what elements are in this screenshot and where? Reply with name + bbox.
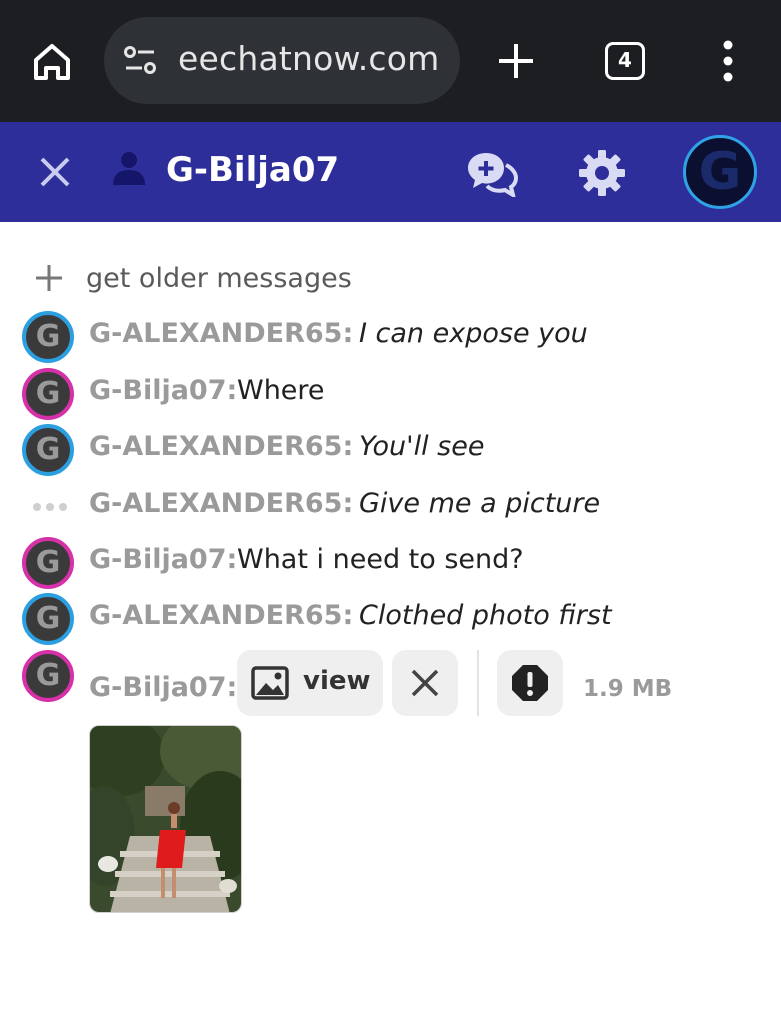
report-button[interactable] xyxy=(497,650,563,716)
chat-message: G G-Bilja07: Where xyxy=(22,368,762,420)
avatar[interactable]: G xyxy=(22,424,74,476)
chat-message: G G-Bilja07: What i need to send? xyxy=(22,537,762,589)
image-icon xyxy=(251,666,289,700)
message-text: I can expose you xyxy=(359,318,588,349)
message-text: Clothed photo first xyxy=(359,600,612,631)
close-icon xyxy=(411,669,439,697)
view-image-button[interactable]: view xyxy=(237,650,383,716)
get-older-messages-label: get older messages xyxy=(86,262,352,294)
dismiss-attachment-button[interactable] xyxy=(392,650,458,716)
chat-message: G-ALEXANDER65: Give me a picture xyxy=(22,481,762,533)
message-text: You'll see xyxy=(359,431,485,462)
alert-octagon-icon xyxy=(512,665,548,701)
message-author[interactable]: G-ALEXANDER65: xyxy=(89,431,353,462)
avatar[interactable]: G xyxy=(22,650,74,702)
new-chat-icon[interactable] xyxy=(466,149,518,197)
plus-icon xyxy=(36,265,62,291)
chat-title: G-Bilja07 xyxy=(166,150,340,190)
url-text: eechatnow.com xyxy=(178,39,440,78)
address-bar[interactable]: eechatnow.com xyxy=(104,17,460,104)
chat-message: G G-ALEXANDER65: You'll see xyxy=(22,424,762,476)
home-icon[interactable] xyxy=(28,38,76,86)
chat-message: G G-ALEXANDER65: I can expose you xyxy=(22,311,762,363)
message-author[interactable]: G-Bilja07: xyxy=(89,375,237,406)
message-author[interactable]: G-Bilja07: xyxy=(89,544,237,575)
message-author[interactable]: G-ALEXANDER65: xyxy=(89,318,353,349)
message-text: Where xyxy=(237,375,325,406)
divider xyxy=(477,650,479,716)
image-thumbnail[interactable] xyxy=(89,725,242,913)
profile-avatar[interactable]: G xyxy=(683,135,757,209)
more-menu-icon[interactable] xyxy=(718,40,738,82)
message-author[interactable]: G-Bilja07: xyxy=(89,672,237,703)
more-dots-icon xyxy=(33,503,67,511)
close-icon[interactable] xyxy=(38,155,72,189)
message-author[interactable]: G-ALEXANDER65: xyxy=(89,600,353,631)
chat-message: G G-ALEXANDER65: Clothed photo first xyxy=(22,593,762,645)
photo-graphic xyxy=(90,726,241,912)
message-author[interactable]: G-ALEXANDER65: xyxy=(89,488,353,519)
site-settings-icon[interactable] xyxy=(122,43,158,77)
avatar[interactable]: G xyxy=(22,311,74,363)
avatar-letter: G xyxy=(698,142,742,202)
avatar[interactable]: G xyxy=(22,593,74,645)
get-older-messages-button[interactable]: get older messages xyxy=(34,258,352,298)
file-size: 1.9 MB xyxy=(583,676,673,702)
user-icon xyxy=(113,152,145,185)
message-text: Give me a picture xyxy=(359,488,601,519)
view-label: view xyxy=(303,666,371,696)
tab-switcher-button[interactable]: 4 xyxy=(605,42,645,80)
browser-toolbar: eechatnow.com 4 xyxy=(0,0,781,122)
gear-icon[interactable] xyxy=(578,149,626,197)
avatar[interactable]: G xyxy=(22,368,74,420)
new-tab-icon[interactable] xyxy=(496,41,536,81)
message-text: What i need to send? xyxy=(237,544,524,575)
chat-header: G-Bilja07 G xyxy=(0,122,781,222)
avatar[interactable]: G xyxy=(22,537,74,589)
